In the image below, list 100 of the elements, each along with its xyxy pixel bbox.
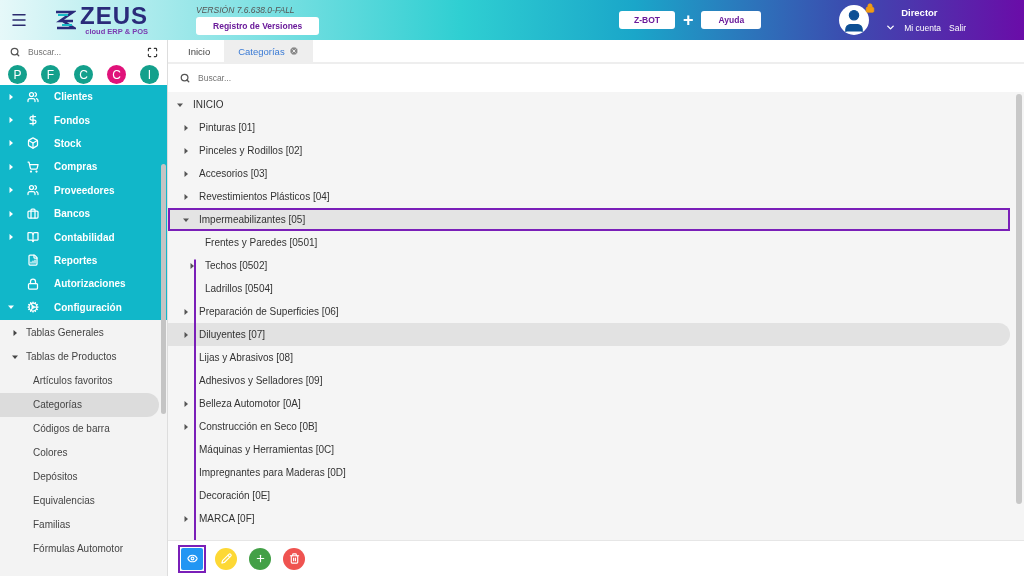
caret-icon[interactable] [183, 170, 189, 177]
caret-icon[interactable] [183, 400, 189, 407]
caret-icon[interactable] [183, 193, 189, 200]
submenu-label: Tablas de Productos [26, 351, 117, 363]
tree-row[interactable]: Pinturas [01] [168, 116, 1010, 139]
tree-row[interactable]: Accesorios [03] [168, 162, 1010, 185]
tree-label: Máquinas y Herramientas [0C] [199, 444, 335, 455]
tree-row[interactable]: Impermeabilizantes [05] [168, 208, 1010, 231]
shortcut-button[interactable]: C [107, 65, 126, 84]
box-icon [27, 137, 39, 150]
tree-row[interactable]: Impregnantes para Maderas [0D] [168, 461, 1010, 484]
logo-icon [54, 9, 76, 31]
tab-label: Categorías [238, 45, 285, 57]
submenu-item[interactable]: Colores [0, 440, 159, 465]
menu-label: Stock [54, 137, 82, 149]
tree-label: Adhesivos y Selladores [09] [199, 375, 323, 386]
people-icon [27, 184, 39, 197]
tree-row[interactable]: Techos [0502] [168, 254, 1010, 277]
view-button[interactable] [181, 547, 203, 570]
help-button[interactable]: Ayuda [701, 11, 762, 29]
scrollbar[interactable] [161, 164, 166, 414]
menu-label: Fondos [54, 114, 91, 126]
menu-icon[interactable] [10, 11, 28, 29]
tree-label: Preparación de Superficies [06] [199, 306, 339, 317]
user-name: Director [901, 7, 939, 18]
tree-row[interactable]: Máquinas y Herramientas [0C] [168, 438, 1010, 461]
people-icon [27, 90, 39, 103]
plus-icon [254, 553, 266, 564]
tree-label: Belleza Automotor [0A] [199, 398, 301, 409]
caret-icon[interactable] [183, 124, 189, 131]
tree-row[interactable]: Adhesivos y Selladores [09] [168, 369, 1010, 392]
tab-label: Inicio [188, 45, 211, 57]
caret-icon[interactable] [183, 216, 189, 223]
tree-row[interactable]: Decoración [0E] [168, 484, 1010, 507]
caret-icon[interactable] [189, 262, 195, 269]
caret-icon[interactable] [183, 308, 189, 315]
add-button[interactable] [249, 547, 271, 570]
chevron-icon[interactable] [885, 22, 897, 33]
tree-label: Techos [0502] [205, 260, 268, 271]
gears-icon [27, 301, 39, 314]
tree-row[interactable]: Lijas y Abrasivos [08] [168, 346, 1010, 369]
cart-icon [27, 160, 39, 173]
menu-label: Configuración [54, 301, 122, 313]
menu-label: Reportes [54, 254, 98, 266]
tree-row[interactable]: MARCA [0F] [168, 507, 1010, 530]
submenu-item[interactable]: Códigos de barra [0, 416, 159, 441]
submenu-item[interactable]: Depósitos [0, 464, 159, 489]
avatar-icon[interactable] [839, 5, 870, 35]
submenu-item[interactable]: Fórmulas Automotor [0, 536, 159, 561]
caret-icon[interactable] [183, 515, 189, 522]
menu-label: Bancos [54, 208, 91, 220]
tree-label: Impermeabilizantes [05] [199, 214, 306, 225]
delete-button[interactable] [283, 547, 305, 570]
zbot-button[interactable]: Z-BOT [618, 11, 675, 29]
briefcase-icon [27, 207, 39, 220]
tree-label: Pinturas [01] [199, 122, 256, 133]
tree-label: Frentes y Paredes [0501] [205, 237, 318, 248]
submenu-item[interactable]: Artículos favoritos [0, 368, 159, 393]
submenu-item[interactable]: Tablas de Productos [0, 344, 159, 369]
logout-link[interactable]: Salir [949, 22, 966, 33]
scrollbar[interactable] [1016, 94, 1022, 504]
tree-row[interactable]: Construcción en Seco [0B] [168, 415, 1010, 438]
account-link[interactable]: Mi cuenta [904, 22, 941, 33]
search-field[interactable]: Buscar... [196, 72, 1012, 84]
changelog-button[interactable]: Registro de Versiones [196, 17, 320, 35]
book-icon [27, 231, 39, 244]
tree-row[interactable]: Pinceles y Rodillos [02] [168, 139, 1010, 162]
tree-label: Impregnantes para Maderas [0D] [199, 467, 346, 478]
submenu-item[interactable]: Categorías [0, 392, 159, 417]
tree-label: Lijas y Abrasivos [08] [199, 352, 293, 363]
menu-label: Proveedores [54, 184, 115, 196]
caret-icon[interactable] [183, 423, 189, 430]
tree-label: Construcción en Seco [0B] [199, 421, 318, 432]
close-icon[interactable] [288, 46, 299, 56]
fullscreen-icon[interactable] [147, 46, 158, 58]
tree-label: Ladrillos [0504] [205, 283, 273, 294]
search-field[interactable]: Buscar... [26, 46, 141, 58]
search-icon [10, 47, 20, 57]
submenu-item[interactable]: Tablas Generales [0, 320, 159, 345]
caret-icon[interactable] [183, 331, 189, 338]
caret-icon[interactable] [183, 147, 189, 154]
tree-row[interactable]: Belleza Automotor [0A] [168, 392, 1010, 415]
tree-row[interactable]: Frentes y Paredes [0501] [168, 231, 1010, 254]
submenu-item[interactable]: Equivalencias [0, 488, 159, 513]
caret-icon[interactable] [12, 329, 18, 336]
tree-row[interactable]: Preparación de Superficies [06] [168, 300, 1010, 323]
tree-row[interactable]: Diluyentes [07] [168, 323, 1010, 346]
eye-icon [186, 553, 198, 564]
menu-label: Clientes [54, 91, 93, 103]
caret-icon[interactable] [177, 101, 183, 108]
tree-row[interactable]: Revestimientos Plásticos [04] [168, 185, 1010, 208]
tree-label: Revestimientos Plásticos [04] [199, 191, 330, 202]
submenu-item[interactable]: Familias [0, 512, 159, 537]
caret-icon[interactable] [12, 353, 18, 360]
tree-row[interactable]: Ladrillos [0504] [168, 277, 1010, 300]
tab[interactable]: Categorías [224, 40, 313, 62]
tree-row[interactable]: INICIO [168, 93, 1010, 116]
tree-label: Decoración [0E] [199, 490, 271, 501]
search-icon [180, 73, 190, 83]
search-bar[interactable]: Buscar... [0, 40, 167, 64]
